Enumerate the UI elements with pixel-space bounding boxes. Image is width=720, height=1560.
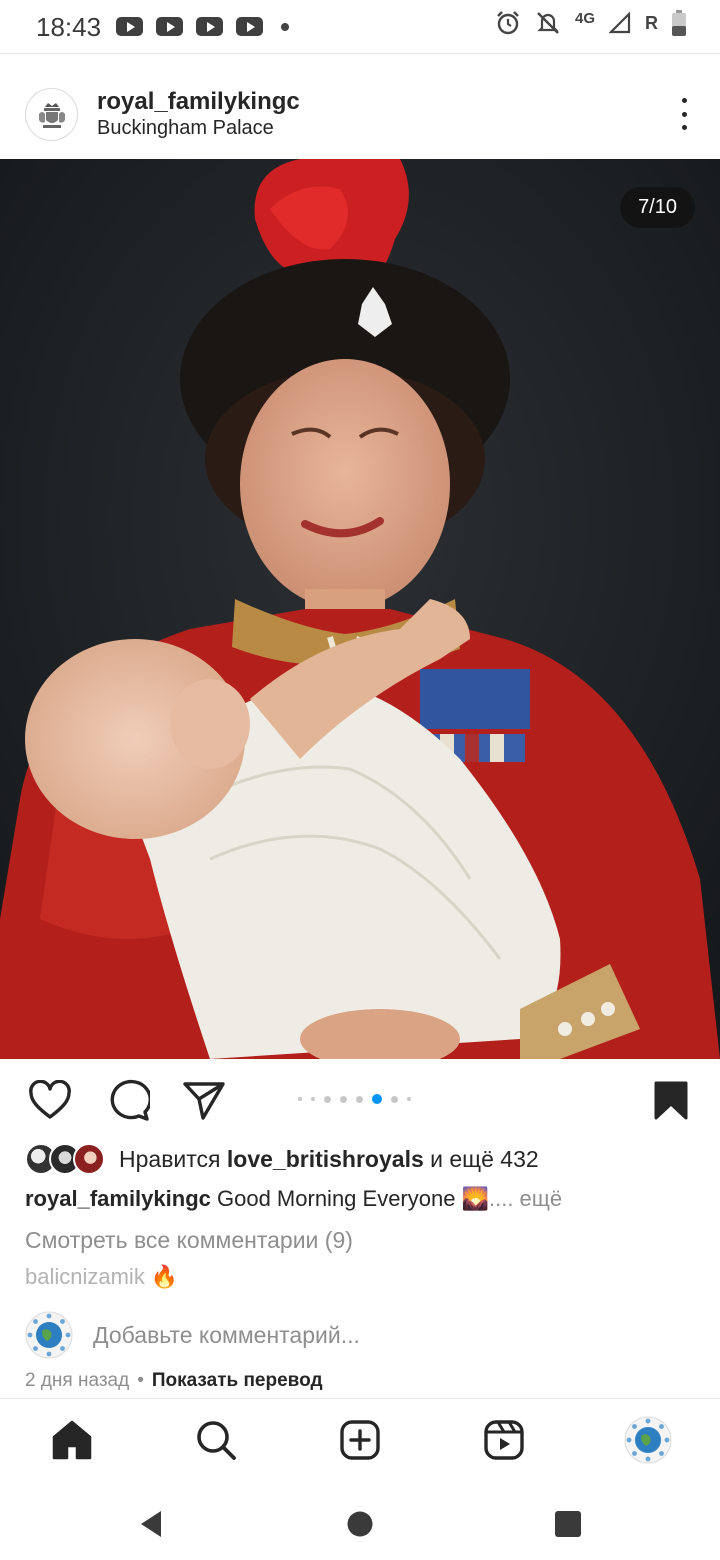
post-actions: [0, 1060, 720, 1140]
post-location[interactable]: Buckingham Palace: [97, 117, 274, 140]
youtube-icon: [116, 17, 143, 36]
home-button-icon[interactable]: [340, 1504, 380, 1544]
carousel-dot: [391, 1095, 398, 1103]
post-meta: 2 дня назад • Показать перевод: [25, 1370, 323, 1391]
carousel-indicator: [298, 1094, 411, 1104]
post-header: royal_familykingc Buckingham Palace: [0, 55, 720, 159]
avatar: [25, 1311, 73, 1359]
status-time: 18:43: [36, 12, 102, 42]
royal-crest-icon: [38, 102, 65, 128]
profile-avatar[interactable]: [623, 1415, 673, 1465]
comment-icon[interactable]: [104, 1078, 152, 1122]
heart-icon[interactable]: [26, 1078, 74, 1122]
status-indicators: 4G R: [495, 10, 686, 36]
reels-icon[interactable]: [479, 1415, 529, 1465]
comment-preview[interactable]: balicnizamik 🔥: [25, 1264, 178, 1290]
send-icon[interactable]: [180, 1078, 228, 1122]
carousel-dot: [372, 1094, 382, 1104]
system-navigation: [0, 1480, 720, 1560]
notification-icons: [116, 17, 263, 36]
network-type: 4G: [574, 9, 595, 27]
liker-username[interactable]: love_britishroyals: [227, 1146, 424, 1172]
caption-more-link[interactable]: .... ещё: [489, 1186, 562, 1211]
youtube-icon: [156, 17, 183, 36]
likes-text: Нравится love_britishroyals и ещё 432: [119, 1146, 539, 1173]
photo-illustration: [0, 159, 720, 1059]
post-time: 2 дня назад: [25, 1370, 130, 1391]
carousel-dot: [298, 1097, 302, 1101]
likes-row[interactable]: Нравится love_britishroyals и ещё 432: [25, 1140, 539, 1178]
show-translation-link[interactable]: Показать перевод: [152, 1370, 323, 1391]
caption-username[interactable]: royal_familykingc: [25, 1186, 211, 1211]
carousel-dot: [311, 1097, 315, 1101]
account-avatar[interactable]: [25, 88, 78, 141]
carousel-dot: [340, 1095, 347, 1103]
bottom-navigation: [0, 1398, 720, 1480]
more-options-icon[interactable]: [678, 98, 690, 130]
recents-icon[interactable]: [548, 1504, 588, 1544]
avatar: [73, 1143, 105, 1175]
post-username[interactable]: royal_familykingc: [97, 88, 300, 116]
carousel-counter: 7/10: [620, 187, 695, 228]
caption-text: Good Morning Everyone 🌄: [217, 1186, 489, 1211]
liker-avatars: [25, 1143, 105, 1175]
post-photo[interactable]: 7/10: [0, 159, 720, 1059]
status-bar: 18:43 4G R: [0, 0, 720, 54]
alarm-icon: [497, 11, 519, 35]
roaming-indicator: R: [645, 12, 658, 33]
likes-prefix: Нравится: [119, 1145, 221, 1172]
add-comment-input[interactable]: Добавьте комментарий...: [93, 1322, 360, 1349]
mute-icon: [537, 12, 559, 34]
back-icon[interactable]: [131, 1504, 171, 1544]
more-notifications-icon: [281, 23, 289, 31]
view-comments-link[interactable]: Смотреть все комментарии (9): [25, 1227, 353, 1254]
battery-icon: [672, 10, 686, 36]
carousel-dot: [324, 1095, 331, 1103]
add-comment-row[interactable]: Добавьте комментарий...: [25, 1310, 360, 1360]
bookmark-icon[interactable]: [647, 1078, 695, 1122]
carousel-dot: [407, 1097, 411, 1101]
youtube-icon: [196, 17, 223, 36]
create-icon[interactable]: [335, 1415, 385, 1465]
home-icon[interactable]: [47, 1415, 97, 1465]
likes-count[interactable]: и ещё 432: [430, 1146, 539, 1172]
carousel-dot: [356, 1095, 363, 1103]
signal-icon: [609, 12, 631, 34]
search-icon[interactable]: [191, 1415, 241, 1465]
post-caption: royal_familykingc Good Morning Everyone …: [25, 1186, 562, 1212]
youtube-icon: [236, 17, 263, 36]
